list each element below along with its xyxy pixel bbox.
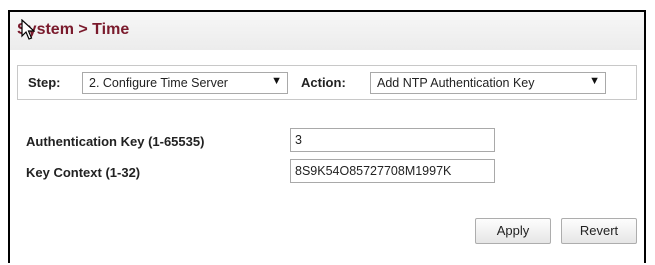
step-action-bar: Step: 2. Configure Time Server ▼ Action:…: [17, 65, 637, 100]
mouse-cursor-icon: [21, 19, 35, 40]
key-context-input[interactable]: 8S9K54O85727708M1997K: [290, 159, 495, 183]
chevron-down-icon: ▼: [589, 75, 600, 87]
auth-key-value: 3: [295, 133, 302, 147]
step-label: Step:: [28, 75, 61, 90]
auth-key-label: Authentication Key (1-65535): [26, 134, 205, 149]
title-bar: System > Time: [10, 12, 644, 50]
step-select[interactable]: 2. Configure Time Server ▼: [82, 72, 288, 94]
main-panel: System > Time Step: 2. Configure Time Se…: [8, 10, 646, 263]
auth-key-input[interactable]: 3: [290, 128, 495, 152]
key-context-label: Key Context (1-32): [26, 165, 141, 180]
chevron-down-icon: ▼: [271, 75, 282, 87]
revert-button[interactable]: Revert: [561, 218, 637, 244]
action-select-value: Add NTP Authentication Key: [377, 76, 535, 90]
step-select-value: 2. Configure Time Server: [89, 76, 228, 90]
key-context-value: 8S9K54O85727708M1997K: [295, 164, 452, 178]
action-label: Action:: [301, 75, 346, 90]
action-select[interactable]: Add NTP Authentication Key ▼: [370, 72, 606, 94]
apply-button[interactable]: Apply: [475, 218, 551, 244]
